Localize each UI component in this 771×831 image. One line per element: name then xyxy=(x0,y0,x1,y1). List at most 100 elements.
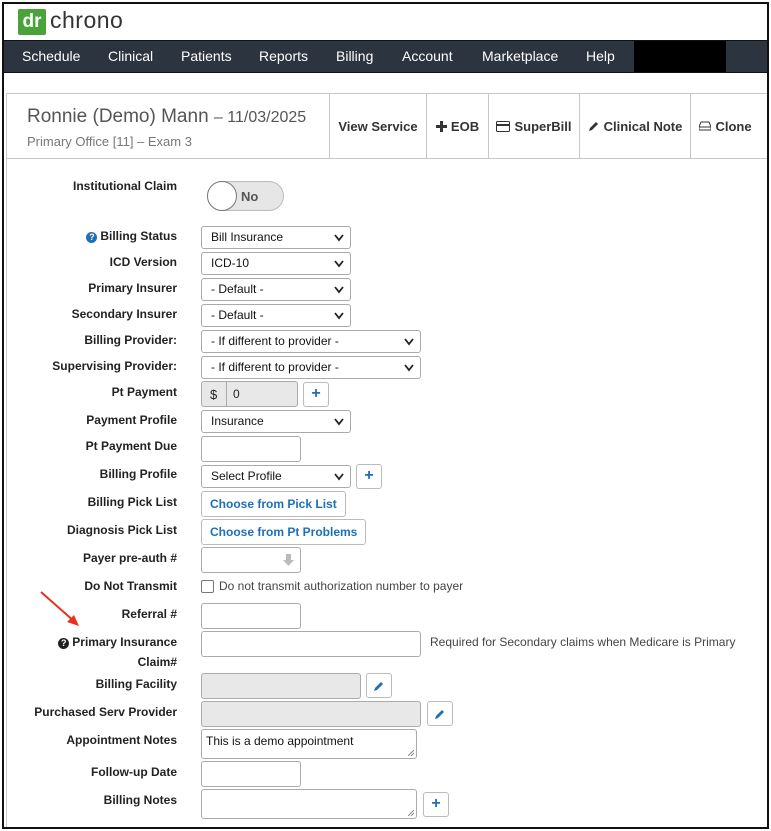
diagnosis-pick-list-label: Diagnosis Pick List xyxy=(66,523,177,537)
logo-bar: dr chrono xyxy=(4,4,767,40)
superbill-button[interactable]: SuperBill xyxy=(488,94,579,158)
supervising-provider-label: Supervising Provider: xyxy=(52,359,177,373)
main-nav: Schedule Clinical Patients Reports Billi… xyxy=(4,40,767,73)
primary-insurer-select[interactable]: - Default - xyxy=(201,278,351,301)
view-service-label: View Service xyxy=(338,118,418,134)
billing-facility-label: Billing Facility xyxy=(95,677,177,691)
primary-insurance-claim-label-line2: Claim# xyxy=(137,655,177,669)
purchased-serv-provider-label: Purchased Serv Provider xyxy=(34,705,177,719)
nav-schedule[interactable]: Schedule xyxy=(22,41,80,72)
resize-grip-icon[interactable] xyxy=(408,750,414,756)
edit-purchased-serv-provider-button[interactable] xyxy=(427,701,453,726)
billing-provider-select[interactable]: - If different to provider - xyxy=(201,330,421,353)
do-not-transmit-text: Do not transmit authorization number to … xyxy=(219,579,464,593)
eob-label: EOB xyxy=(450,118,480,134)
primary-insurer-value: - Default - xyxy=(211,282,264,296)
currency-symbol: $ xyxy=(210,387,218,402)
primary-insurance-claim-line1: Primary Insurance xyxy=(72,635,177,649)
view-service-button[interactable]: View Service xyxy=(329,94,426,158)
billing-notes-label: Billing Notes xyxy=(103,793,177,807)
toggle-state: No xyxy=(241,189,259,204)
nav-marketplace[interactable]: Marketplace xyxy=(482,41,558,72)
help-icon[interactable]: ? xyxy=(58,638,70,649)
billing-form: Institutional Claim No ? Billing Status B… xyxy=(6,159,767,827)
clinical-note-label: Clinical Note xyxy=(603,118,683,134)
billing-status-text: Billing Status xyxy=(100,229,177,243)
nav-clinical[interactable]: Clinical xyxy=(108,41,153,72)
add-payment-button[interactable]: + xyxy=(303,382,329,407)
appointment-notes-label: Appointment Notes xyxy=(66,733,177,747)
billing-profile-select[interactable]: Select Profile xyxy=(201,465,351,488)
payment-profile-value: Insurance xyxy=(211,414,264,428)
add-billing-note-button[interactable]: + xyxy=(423,792,449,817)
payment-profile-select[interactable]: Insurance xyxy=(201,410,351,433)
nav-billing[interactable]: Billing xyxy=(336,41,373,72)
referral-label: Referral # xyxy=(121,607,177,621)
nav-help[interactable]: Help xyxy=(586,41,615,72)
billing-provider-value: - If different to provider - xyxy=(211,334,339,348)
icd-version-select[interactable]: ICD-10 xyxy=(201,252,351,275)
followup-date-input[interactable] xyxy=(201,761,301,787)
pencil-icon xyxy=(374,681,383,691)
nav-reports[interactable]: Reports xyxy=(259,41,308,72)
clone-label: Clone xyxy=(715,118,752,134)
primary-insurance-claim-input[interactable] xyxy=(201,631,421,657)
patient-header: Ronnie (Demo) Mann – 11/03/2025 Primary … xyxy=(6,93,767,159)
billing-facility-input[interactable] xyxy=(201,673,361,699)
plus-icon xyxy=(435,120,447,132)
pt-payment-due-input[interactable] xyxy=(201,436,301,462)
hdd-icon xyxy=(699,121,712,131)
redacted-area xyxy=(634,41,726,72)
patient-name: Ronnie (Demo) Mann xyxy=(27,106,209,127)
office-exam-room: Primary Office [11] – Exam 3 xyxy=(27,134,192,149)
supervising-provider-select[interactable]: - If different to provider - xyxy=(201,356,421,379)
logo-mark[interactable]: dr xyxy=(18,9,46,35)
pt-payment-label: Pt Payment xyxy=(111,385,177,399)
superbill-label: SuperBill xyxy=(514,118,572,134)
primary-insurance-claim-hint: Required for Secondary claims when Medic… xyxy=(430,635,736,649)
logo-wordmark[interactable]: chrono xyxy=(50,7,123,34)
chevron-down-icon xyxy=(334,312,344,320)
credit-card-icon xyxy=(496,120,511,132)
nav-patients[interactable]: Patients xyxy=(181,41,232,72)
add-billing-profile-button[interactable]: + xyxy=(356,464,382,489)
nav-account[interactable]: Account xyxy=(402,41,453,72)
payer-preauth-input[interactable] xyxy=(201,547,301,573)
patient-title: Ronnie (Demo) Mann – 11/03/2025 xyxy=(27,106,306,128)
billing-notes-textarea[interactable] xyxy=(201,789,417,819)
chevron-down-icon xyxy=(334,286,344,294)
primary-insurance-claim-label: ? Primary Insurance xyxy=(58,635,177,649)
payment-profile-label: Payment Profile xyxy=(86,413,177,427)
pt-payment-group: $ 0 xyxy=(201,381,298,407)
choose-pt-problems-button[interactable]: Choose from Pt Problems xyxy=(201,519,367,545)
arrow-down-icon xyxy=(283,554,294,566)
secondary-insurer-select[interactable]: - Default - xyxy=(201,304,351,327)
appointment-notes-textarea[interactable]: This is a demo appointment xyxy=(201,729,417,759)
chevron-down-icon xyxy=(334,234,344,242)
billing-status-select[interactable]: Bill Insurance xyxy=(201,226,351,249)
edit-billing-facility-button[interactable] xyxy=(366,673,392,698)
chevron-down-icon xyxy=(404,364,414,372)
resize-grip-icon[interactable] xyxy=(408,810,414,816)
do-not-transmit-checkbox[interactable] xyxy=(201,580,214,593)
clinical-note-button[interactable]: Clinical Note xyxy=(579,94,690,158)
choose-pick-list-button[interactable]: Choose from Pick List xyxy=(201,491,346,517)
purchased-serv-provider-input[interactable] xyxy=(201,701,421,727)
billing-provider-label: Billing Provider: xyxy=(84,333,177,347)
pt-payment-input[interactable]: 0 xyxy=(233,387,240,401)
chevron-down-icon xyxy=(334,260,344,268)
chevron-down-icon xyxy=(334,418,344,426)
secondary-insurer-label: Secondary Insurer xyxy=(71,307,177,321)
institutional-claim-toggle[interactable]: No xyxy=(207,181,284,211)
clone-button[interactable]: Clone xyxy=(690,94,760,158)
secondary-insurer-value: - Default - xyxy=(211,308,264,322)
referral-input[interactable] xyxy=(201,603,301,629)
chevron-down-icon xyxy=(334,473,344,481)
pt-payment-due-label: Pt Payment Due xyxy=(85,439,177,453)
eob-button[interactable]: EOB xyxy=(426,94,488,158)
billing-status-value: Bill Insurance xyxy=(211,230,284,244)
institutional-claim-label: Institutional Claim xyxy=(72,179,177,193)
billing-profile-label: Billing Profile xyxy=(99,467,177,481)
appointment-notes-value: This is a demo appointment xyxy=(206,734,354,748)
help-icon[interactable]: ? xyxy=(86,232,98,243)
